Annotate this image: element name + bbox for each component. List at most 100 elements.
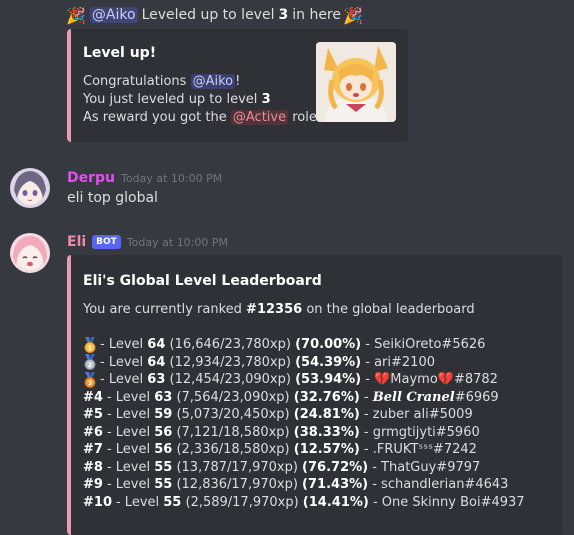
xp-percent: (76.72%) (302, 459, 369, 475)
level-label: - Level (106, 389, 155, 405)
xp-progress: (12,934/23,780xp) (165, 354, 296, 370)
leaderboard-list: 1 - Level 64 (16,646/23,780xp) (70.00%) -… (83, 336, 525, 511)
level-value: 56 (154, 424, 173, 440)
level-label: - Level (100, 354, 148, 370)
level-label: - Level (100, 372, 148, 387)
embed-title: Level up! (83, 45, 157, 61)
separator: - (361, 337, 375, 352)
username: ThatGuy#9797 (381, 459, 481, 475)
xp-percent: (24.81%) (293, 407, 360, 422)
separator: - (359, 389, 373, 405)
levelup-announcement: 🎉 @Aiko Leveled up to level 3 in here 🎉 (66, 4, 363, 26)
xp-progress: (7,121/18,580xp) (172, 424, 294, 440)
level-value: 55 (154, 477, 173, 492)
timestamp: Today at 10:00 PM (126, 235, 229, 249)
leaderboard-row: #6- Level 56 (7,121/18,580xp) (38.33%) -… (83, 424, 525, 442)
avatar[interactable] (10, 233, 50, 273)
embed-thumbnail[interactable] (316, 42, 396, 122)
leaderboard-row: #5- Level 59 (5,073/20,450xp) (24.81%) -… (83, 406, 525, 424)
username: SeikiOreto#5626 (374, 337, 486, 352)
username: zuber ali#5009 (372, 407, 473, 422)
level-value: 64 (147, 337, 166, 352)
levelup-text: Leveled up to level (141, 7, 275, 23)
xp-progress: (2,336/18,580xp) (172, 442, 294, 457)
username: Bell Cranel (372, 389, 455, 405)
username[interactable]: Eli (67, 234, 86, 250)
leaderboard-row: #10- Level 55 (2,589/17,970xp) (14.41%) … (83, 494, 525, 512)
silver-medal-icon: 2 (84, 354, 96, 371)
xp-percent: (32.76%) (293, 389, 360, 405)
level-label: - Level (100, 337, 148, 352)
xp-percent: (71.43%) (302, 477, 369, 492)
level-value: 63 (154, 389, 173, 405)
level-value: 64 (147, 354, 166, 370)
rank-number: #9 (83, 477, 103, 492)
xp-progress: (12,454/23,090xp) (165, 372, 296, 387)
embed-text: Congratulations (83, 74, 187, 89)
avatar-image (10, 168, 50, 208)
level-value: 55 (154, 459, 173, 475)
separator: - (368, 477, 382, 492)
leaderboard-row: 2 - Level 64 (12,934/23,780xp) (54.39%) -… (83, 354, 525, 372)
embed-description: You are currently ranked #12356 on the g… (83, 302, 475, 317)
leaderboard-row: 3 - Level 63 (12,454/23,090xp) (53.94%) -… (83, 371, 525, 389)
level-label: - Level (106, 407, 155, 422)
separator: - (359, 442, 373, 457)
timestamp: Today at 10:00 PM (121, 171, 223, 185)
level-value: 59 (154, 407, 173, 422)
embed-text: You just leveled up to level (83, 92, 258, 107)
xp-progress: (7,564/23,090xp) (172, 389, 294, 405)
embed-text: ! (235, 74, 241, 89)
username: grmgtijyti#5960 (372, 424, 480, 440)
leaderboard-row: 1 - Level 64 (16,646/23,780xp) (70.00%) -… (83, 336, 525, 354)
rank-number: #8 (83, 459, 103, 475)
embed-level: 3 (261, 92, 271, 107)
embed-description: Congratulations @Aiko! You just leveled … (83, 73, 322, 127)
levelup-text-after: in here (292, 7, 341, 23)
xp-percent: (38.33%) (293, 424, 360, 440)
message-header: Derpu Today at 10:00 PM (67, 168, 222, 188)
bronze-medal-icon: 3 (84, 371, 96, 388)
username: Maymo (390, 372, 438, 387)
svg-text:1: 1 (88, 344, 93, 352)
separator: - (368, 494, 382, 510)
level-label: - Level (115, 494, 164, 510)
rank-number: #7 (83, 442, 103, 457)
username[interactable]: Derpu (67, 170, 115, 186)
svg-text:3: 3 (88, 379, 93, 387)
level-label: - Level (106, 477, 155, 492)
bot-badge: BOT (92, 235, 121, 249)
party-popper-emoji: 🎉 (66, 5, 86, 25)
level-value: 56 (154, 442, 173, 457)
username: One Skinny Boi#4937 (381, 494, 525, 510)
broken-heart-emoji: 💔 (437, 372, 454, 387)
svg-text:2: 2 (88, 361, 93, 369)
separator: - (359, 407, 373, 422)
username: .FRUKTˢˢˢ#7242 (372, 442, 477, 457)
separator: - (368, 459, 382, 475)
rank-number: #10 (83, 494, 112, 510)
level-value: 55 (163, 494, 182, 510)
xp-progress: (5,073/20,450xp) (172, 407, 294, 422)
current-rank: #12356 (246, 302, 303, 317)
xp-percent: (14.41%) (302, 494, 369, 510)
message-content: eli top global (67, 190, 158, 206)
xp-progress: (13,787/17,970xp) (172, 459, 303, 475)
rank-number: #5 (83, 407, 103, 422)
leaderboard-row: #8- Level 55 (13,787/17,970xp) (76.72%) … (83, 459, 525, 477)
xp-progress: (12,836/17,970xp) (172, 477, 303, 492)
level-label: - Level (106, 459, 155, 475)
embed-text: on the global leaderboard (306, 302, 475, 317)
username: ari#2100 (374, 354, 435, 370)
role-mention[interactable]: @Active (230, 110, 289, 125)
message-header: Eli BOT Today at 10:00 PM (67, 232, 228, 252)
leaderboard-row: #9- Level 55 (12,836/17,970xp) (71.43%) … (83, 476, 525, 494)
level-label: - Level (106, 442, 155, 457)
separator: - (361, 372, 375, 387)
avatar[interactable] (10, 168, 50, 208)
rank-number: #6 (83, 424, 103, 440)
level-value: 63 (147, 372, 166, 387)
user-mention[interactable]: @Aiko (89, 7, 138, 23)
separator: - (359, 424, 373, 440)
user-mention[interactable]: @Aiko (190, 74, 236, 89)
